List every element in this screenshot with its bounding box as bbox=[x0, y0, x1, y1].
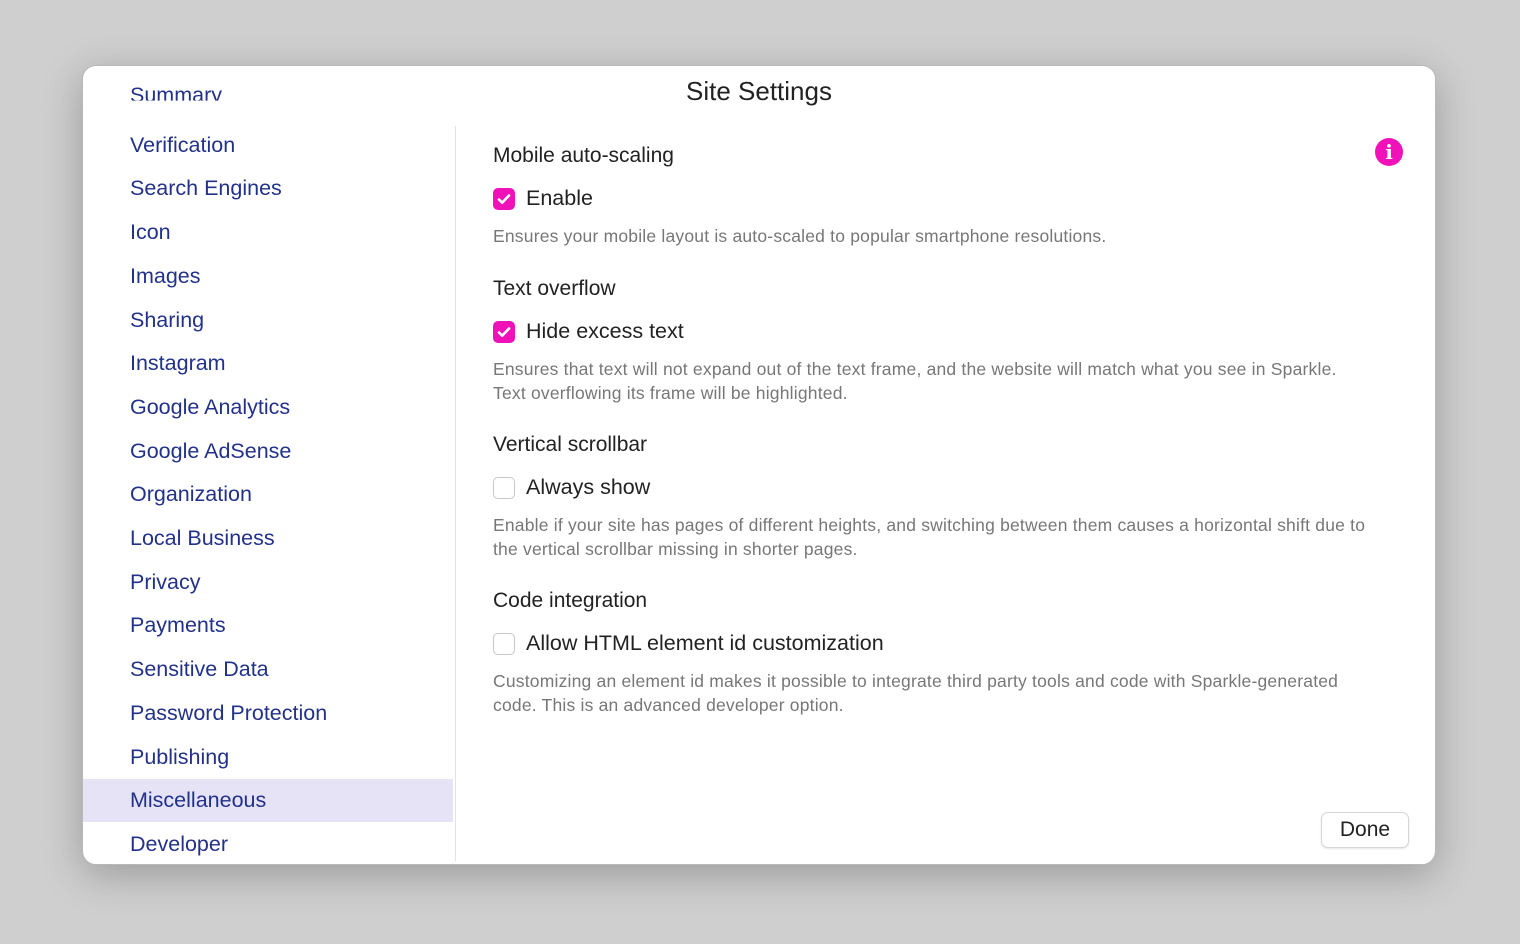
done-button[interactable]: Done bbox=[1321, 812, 1409, 848]
checkbox-label: Hide excess text bbox=[526, 319, 684, 343]
sidebar-item-miscellaneous[interactable]: Miscellaneous bbox=[83, 779, 453, 823]
option-checkbox[interactable]: Always show bbox=[493, 475, 650, 500]
checkbox-label: Enable bbox=[526, 186, 593, 210]
section-description: Enable if your site has pages of differe… bbox=[493, 515, 1366, 559]
checkbox-label: Always show bbox=[526, 475, 651, 499]
sidebar[interactable]: Summary Verification Search Engines Icon Ima… bbox=[83, 66, 453, 864]
checkbox-unchecked-icon[interactable] bbox=[493, 632, 515, 655]
sidebar-item-password-protection[interactable]: Password Protection bbox=[83, 692, 453, 735]
section-heading: Vertical scrollbar bbox=[493, 433, 648, 456]
checkbox-label: Allow HTML element id customization bbox=[526, 631, 884, 655]
sidebar-item-local-business[interactable]: Local Business bbox=[83, 517, 453, 560]
sidebar-item-verification[interactable]: Verification bbox=[83, 124, 453, 167]
divider bbox=[455, 126, 456, 861]
window-title: Site Settings bbox=[686, 76, 832, 106]
sidebar-item-privacy[interactable]: Privacy bbox=[83, 561, 453, 604]
section-description: Customizing an element id makes it possi… bbox=[493, 671, 1339, 715]
section-description: Ensures your mobile layout is auto-scale… bbox=[493, 226, 1107, 246]
site-settings-window: Summary Verification Search Engines Icon Ima… bbox=[82, 65, 1436, 865]
checkbox-unchecked-icon[interactable] bbox=[493, 476, 515, 499]
sidebar-item-images[interactable]: Images bbox=[83, 255, 453, 298]
sidebar-item-google-analytics[interactable]: Google Analytics bbox=[83, 386, 453, 429]
sidebar-item-google-adsense[interactable]: Google AdSense bbox=[83, 430, 453, 473]
sidebar-item-icon[interactable]: Icon bbox=[83, 211, 453, 254]
option-checkbox[interactable]: Allow HTML element id customization bbox=[493, 631, 884, 656]
sidebar-item-payments[interactable]: Payments bbox=[83, 604, 453, 647]
section-heading: Text overflow bbox=[493, 277, 616, 300]
checkbox-checked-icon[interactable] bbox=[493, 187, 515, 210]
option-checkbox[interactable]: Hide excess text bbox=[493, 319, 684, 344]
sidebar-item-sharing[interactable]: Sharing bbox=[83, 299, 453, 342]
sidebar-item-sensitive-data[interactable]: Sensitive Data bbox=[83, 648, 453, 691]
info-icon[interactable]: i bbox=[1375, 138, 1403, 166]
section-heading: Code integration bbox=[493, 589, 648, 612]
sidebar-item-organization[interactable]: Organization bbox=[83, 473, 453, 516]
sidebar-item-search-engines[interactable]: Search Engines bbox=[83, 167, 453, 210]
section-description: Ensures that text will not expand out of… bbox=[493, 359, 1337, 403]
option-checkbox[interactable]: Enable bbox=[493, 186, 593, 211]
checkbox-checked-icon[interactable] bbox=[493, 320, 515, 343]
sidebar-item-developer[interactable]: Developer bbox=[83, 823, 453, 864]
sidebar-item-publishing[interactable]: Publishing bbox=[83, 736, 453, 779]
sidebar-item-instagram[interactable]: Instagram bbox=[83, 342, 453, 385]
section-heading: Mobile auto-scaling bbox=[493, 144, 674, 167]
